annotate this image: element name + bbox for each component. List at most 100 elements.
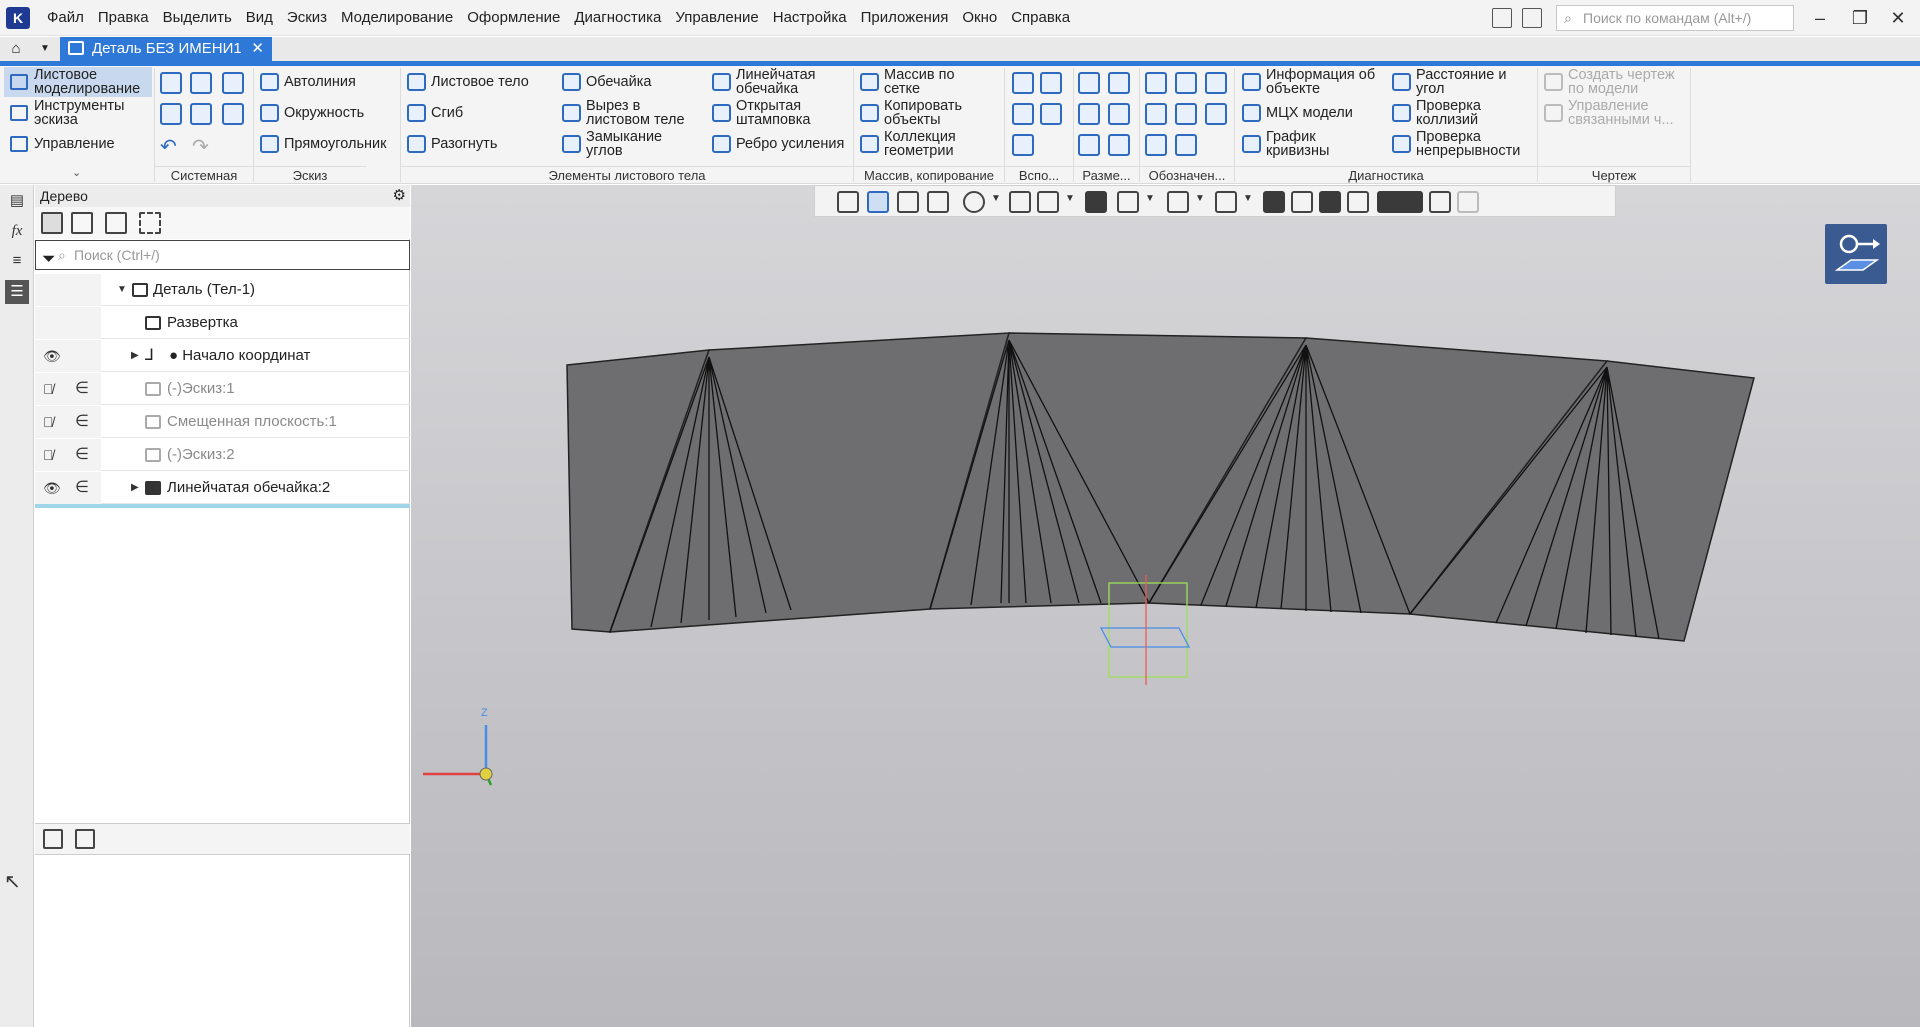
undo-icon[interactable]: ↶ xyxy=(160,134,177,159)
copy-objects-button[interactable]: Копировать объекты xyxy=(858,98,988,128)
command-search-input[interactable]: ⌕ Поиск по командам (Alt+/) xyxy=(1556,5,1794,31)
eye-icon[interactable]: 👁 xyxy=(43,340,61,372)
open-icon[interactable] xyxy=(190,72,212,94)
menu-window[interactable]: Окно xyxy=(955,0,1004,36)
rectangle-button[interactable]: Прямоугольник xyxy=(258,129,386,159)
linear-dim-icon[interactable] xyxy=(1078,72,1100,94)
menu-design[interactable]: Оформление xyxy=(460,0,567,36)
unbend-button[interactable]: Разогнуть xyxy=(405,129,497,159)
geometry-collection-button[interactable]: Коллекция геометрии xyxy=(858,129,988,159)
corner-closure-button[interactable]: Замыкание углов xyxy=(560,129,685,159)
menu-apps[interactable]: Приложения xyxy=(854,0,956,36)
collision-check-button[interactable]: Проверка коллизий xyxy=(1390,98,1530,128)
object-info-button[interactable]: Информация об объекте xyxy=(1240,67,1390,97)
position-icon[interactable] xyxy=(1175,134,1197,156)
close-button[interactable]: ✕ xyxy=(1878,0,1918,36)
menu-control[interactable]: Управление xyxy=(668,0,765,36)
ribbon-tab-sheet-modeling[interactable]: Листовое моделирование xyxy=(4,67,152,97)
weld-icon[interactable] xyxy=(1205,103,1227,125)
point-icon[interactable] xyxy=(1040,72,1062,94)
panel-settings-icon[interactable] xyxy=(1522,8,1542,28)
tree-history-icon[interactable] xyxy=(71,212,93,234)
print-icon[interactable] xyxy=(160,103,182,125)
ribbon-expand-icon[interactable]: ⌄ xyxy=(72,166,81,179)
circle-button[interactable]: Окружность xyxy=(258,98,364,128)
new-document-icon[interactable] xyxy=(160,72,182,94)
variables-icon[interactable]: fx xyxy=(5,219,29,243)
expand-icon[interactable]: ▼ xyxy=(117,274,127,306)
menu-diagnostics[interactable]: Диагностика xyxy=(567,0,668,36)
redo-icon[interactable]: ↷ xyxy=(192,134,209,159)
menu-sketch[interactable]: Эскиз xyxy=(280,0,334,36)
minimize-button[interactable]: – xyxy=(1800,0,1840,36)
tree-relations-icon[interactable] xyxy=(105,212,127,234)
sheet-body-button[interactable]: Листовое тело xyxy=(405,67,529,97)
menu-modeling[interactable]: Моделирование xyxy=(334,0,460,36)
tolerance-icon[interactable] xyxy=(1145,103,1167,125)
ribbon-tab-control[interactable]: Управление xyxy=(4,129,152,159)
save-as-icon[interactable] xyxy=(222,103,244,125)
menu-edit[interactable]: Правка xyxy=(91,0,156,36)
mass-properties-button[interactable]: МЦХ модели xyxy=(1240,98,1353,128)
tab-document[interactable]: Деталь БЕЗ ИМЕНИ1 ✕ xyxy=(60,37,272,61)
layout-icon[interactable] xyxy=(1492,8,1512,28)
autoline-button[interactable]: Автолиния xyxy=(258,67,356,97)
sheet-cut-button[interactable]: Вырез в листовом теле xyxy=(560,98,690,128)
menu-select[interactable]: Выделить xyxy=(156,0,239,36)
distance-angle-button[interactable]: Расстояние и угол xyxy=(1390,67,1535,97)
thread-icon[interactable] xyxy=(1145,134,1167,156)
roughness-icon[interactable] xyxy=(1145,72,1167,94)
tree-row-flat-pattern[interactable]: Развертка xyxy=(35,307,410,339)
3d-viewport[interactable]: ▼ ▼ ▼ ▼ ▼ Z xyxy=(411,185,1920,1027)
line-icon[interactable] xyxy=(1012,134,1034,156)
auto-dim-icon[interactable] xyxy=(1078,134,1100,156)
base-icon[interactable] xyxy=(1205,72,1227,94)
grid-array-button[interactable]: Массив по сетке xyxy=(858,67,988,97)
tree-row-origin[interactable]: 👁 ▶ ⅃ ● Начало координат xyxy=(35,340,410,372)
shell-button[interactable]: Обечайка xyxy=(560,67,651,97)
tab-close-icon[interactable]: ✕ xyxy=(251,37,264,61)
tree-search-input[interactable]: ⏷ ⌕ Поиск (Ctrl+/) xyxy=(35,240,410,270)
plane-icon[interactable] xyxy=(1012,103,1034,125)
axis-icon[interactable] xyxy=(1012,72,1034,94)
expand-icon[interactable]: ▶ xyxy=(131,472,139,504)
linked-drawings-button[interactable]: Управление связанными ч... xyxy=(1542,98,1692,128)
create-drawing-button[interactable]: Создать чертеж по модели xyxy=(1542,67,1692,97)
tab-dropdown-icon[interactable]: ▼ xyxy=(40,37,50,61)
menu-file[interactable]: Файл xyxy=(40,0,91,36)
mark-icon[interactable] xyxy=(1175,103,1197,125)
gear-icon[interactable]: ⚙ xyxy=(393,185,406,207)
rib-button[interactable]: Ребро усиления xyxy=(710,129,844,159)
tree-row-root[interactable]: ▼ Деталь (Тел-1) xyxy=(35,274,410,306)
menu-settings[interactable]: Настройка xyxy=(766,0,854,36)
dim-arc-icon[interactable] xyxy=(1108,134,1130,156)
curvature-graph-button[interactable]: График кривизны xyxy=(1240,129,1360,159)
tree-row-sketch-2[interactable]: 👁̸ ∈ (-)Эскиз:2 xyxy=(35,439,410,471)
continuity-check-button[interactable]: Проверка непрерывности xyxy=(1390,129,1540,159)
sheet-model[interactable] xyxy=(411,185,1920,1027)
tree-view-icon[interactable] xyxy=(43,829,63,849)
eye-hidden-icon[interactable]: 👁̸ xyxy=(43,406,54,438)
menu-help[interactable]: Справка xyxy=(1004,0,1077,36)
maximize-button[interactable]: ❐ xyxy=(1840,0,1880,36)
expand-icon[interactable]: ▶ xyxy=(131,340,139,372)
preview-icon[interactable] xyxy=(190,103,212,125)
bend-button[interactable]: Сгиб xyxy=(405,98,463,128)
save-icon[interactable] xyxy=(222,72,244,94)
eye-hidden-icon[interactable]: 👁̸ xyxy=(43,373,54,405)
tree-row-offset-plane[interactable]: 👁̸ ∈ Смещенная плоскость:1 xyxy=(35,406,410,438)
angle-dim-icon[interactable] xyxy=(1078,103,1100,125)
ruled-shell-button[interactable]: Линейчатая обечайка xyxy=(710,67,840,97)
menu-view[interactable]: Вид xyxy=(239,0,280,36)
leader-icon[interactable] xyxy=(1175,72,1197,94)
tree-select-icon[interactable] xyxy=(139,212,161,234)
eye-icon[interactable]: 👁 xyxy=(43,472,61,504)
radius-dim-icon[interactable] xyxy=(1108,103,1130,125)
diameter-dim-icon[interactable] xyxy=(1108,72,1130,94)
tree-list-icon[interactable] xyxy=(75,829,95,849)
open-stamp-button[interactable]: Открытая штамповка xyxy=(710,98,840,128)
tree-structure-icon[interactable] xyxy=(41,212,63,234)
home-icon[interactable]: ⌂ xyxy=(0,37,32,61)
properties-icon[interactable]: ▤ xyxy=(5,189,29,213)
eye-hidden-icon[interactable]: 👁̸ xyxy=(43,439,54,471)
